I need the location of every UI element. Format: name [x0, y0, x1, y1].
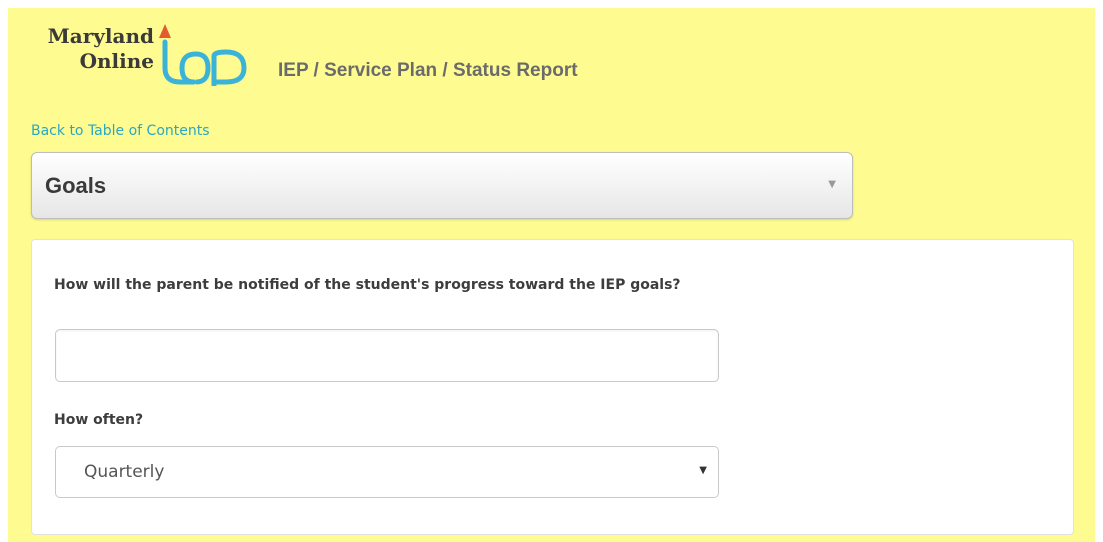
parent-notification-input[interactable] [55, 329, 719, 382]
logo-line-maryland: Maryland [47, 24, 154, 48]
section-dropdown-value: Goals [45, 173, 107, 198]
how-often-select[interactable]: Quarterly ▼ [55, 446, 719, 498]
parent-notification-label: How will the parent be notified of the s… [54, 277, 681, 293]
logo-wordmark: Maryland Online [32, 24, 154, 74]
page: Maryland Online IEP / Service Plan / Sta… [8, 8, 1095, 542]
chevron-down-icon: ▼ [699, 465, 707, 476]
iep-logo-icon [159, 24, 247, 86]
back-to-table-of-contents-link[interactable]: Back to Table of Contents [31, 123, 210, 139]
page-title: IEP / Service Plan / Status Report [278, 60, 578, 81]
how-often-select-value: Quarterly [84, 462, 165, 482]
section-dropdown[interactable]: Goals ▼ [31, 152, 853, 219]
maryland-online-iep-logo[interactable]: Maryland Online [32, 24, 262, 90]
logo-line-online: Online [79, 49, 154, 73]
goals-form-panel: How will the parent be notified of the s… [31, 239, 1074, 535]
chevron-down-icon: ▼ [828, 179, 836, 190]
how-often-label: How often? [54, 412, 144, 428]
